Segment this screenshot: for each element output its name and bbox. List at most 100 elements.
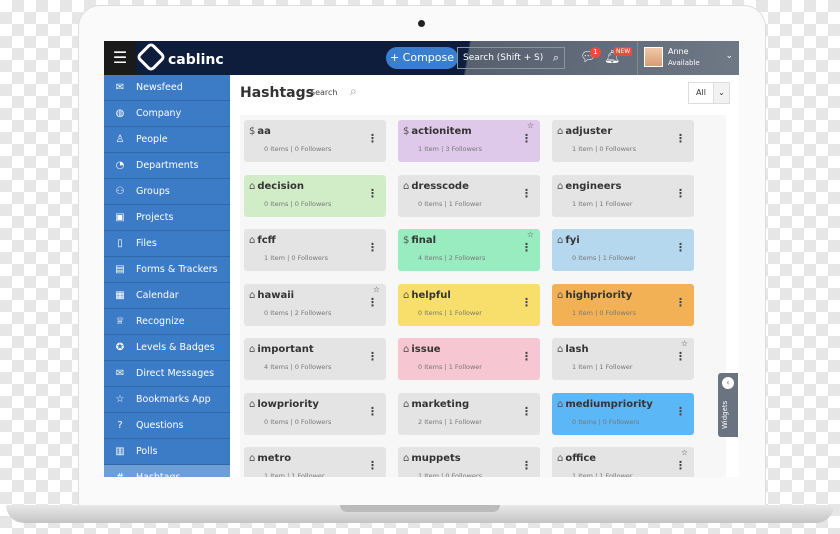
more-options-icon[interactable]: ⋮ [675,241,686,254]
more-options-icon[interactable]: ⋮ [521,132,532,145]
hashtag-card[interactable]: ⌂ engineers 1 Item | 1 Follower ⋮ [552,174,694,217]
hashtag-card[interactable]: ⌂ office 1 Item | 1 Follower ⋮ ☆ [552,447,694,477]
star-icon[interactable]: ☆ [527,121,534,130]
hashtag-card[interactable]: ⌂ marketing 2 Items | 1 Follower ⋮ [398,392,540,435]
hashtag-name[interactable]: important [257,344,313,355]
search-icon[interactable]: ⌕ [553,48,559,68]
sidebar-item-bookmarks-app[interactable]: ☆ Bookmarks App [104,387,230,413]
hashtag-card[interactable]: ⌂ mediumpriority 0 Items | 0 Followers ⋮ [552,392,694,435]
more-options-icon[interactable]: ⋮ [521,296,532,309]
more-options-icon[interactable]: ⋮ [521,405,532,418]
sidebar-item-polls[interactable]: ▥ Polls [104,439,230,465]
global-search-input[interactable]: Search (Shift + S) ⌕ [457,47,565,69]
hashtag-card[interactable]: $ actionitem 1 Item | 3 Followers ⋮ ☆ [398,120,540,162]
globe-icon: ◍ [115,108,125,119]
more-options-icon[interactable]: ⋮ [675,187,686,200]
hashtag-card[interactable]: ⌂ issue 0 Items | 1 Follower ⋮ [398,338,540,380]
hashtag-card[interactable]: ⌂ fcff 1 Item | 0 Followers ⋮ [244,229,386,271]
sidebar-item-newsfeed[interactable]: ✉ Newsfeed [104,75,230,101]
hashtag-card[interactable]: ⌂ metro 1 Item | 1 Follower ⋮ [244,447,386,477]
compose-button[interactable]: + Compose [386,47,458,69]
more-options-icon[interactable]: ⋮ [367,350,378,363]
widgets-tab[interactable]: ‹ Widgets [718,373,738,437]
more-options-icon[interactable]: ⋮ [521,187,532,200]
hashtag-name[interactable]: lowpriority [257,399,319,410]
hashtag-card[interactable]: ⌂ important 4 Items | 0 Followers ⋮ [244,338,386,380]
more-options-icon[interactable]: ⋮ [367,132,378,145]
hashtag-name[interactable]: muppets [411,453,460,464]
sidebar-item-hashtags[interactable]: # Hashtags [104,465,230,477]
hashtag-name[interactable]: lash [565,344,588,355]
hashtag-card[interactable]: ⌂ adjuster 1 Item | 0 Followers ⋮ [552,120,694,162]
sidebar-item-label: Questions [136,420,184,431]
sidebar-item-files[interactable]: ▯ Files [104,231,230,257]
hashtag-card[interactable]: ⌂ dresscode 0 Items | 1 Follower ⋮ [398,174,540,217]
hashtag-name[interactable]: mediumpriority [565,399,652,410]
tag-icon: ⌂ [403,344,410,355]
sidebar-item-groups[interactable]: ⚇ Groups [104,179,230,205]
more-options-icon[interactable]: ⋮ [367,459,378,472]
star-icon[interactable]: ☆ [681,339,688,348]
sidebar-item-questions[interactable]: ? Questions [104,413,230,439]
star-icon[interactable]: ☆ [527,230,534,239]
hashtag-card[interactable]: ⌂ lash 1 Item | 1 Follower ⋮ ☆ [552,338,694,380]
more-options-icon[interactable]: ⋮ [675,296,686,309]
hashtag-name[interactable]: hawaii [257,290,294,301]
sidebar-item-recognize[interactable]: ♕ Recognize [104,309,230,335]
hashtag-name[interactable]: issue [411,344,440,355]
hashtag-name[interactable]: adjuster [565,126,612,137]
sidebar-item-calendar[interactable]: ▦ Calendar [104,283,230,309]
hashtag-name[interactable]: final [411,235,436,246]
hashtag-name[interactable]: office [565,453,596,464]
hashtag-name[interactable]: metro [257,453,291,464]
hashtag-name[interactable]: fcff [257,235,275,246]
search-icon[interactable]: ⌕ [350,84,357,99]
more-options-icon[interactable]: ⋮ [367,241,378,254]
sidebar-item-projects[interactable]: ▣ Projects [104,205,230,231]
star-icon[interactable]: ☆ [373,285,380,294]
hashtag-card[interactable]: ⌂ helpful 0 Items | 1 Follower ⋮ [398,283,540,326]
chevron-down-icon[interactable]: ⌄ [725,51,733,61]
hashtag-card[interactable]: ⌂ fyi 0 Items | 1 Follower ⋮ [552,229,694,271]
sidebar-item-departments[interactable]: ◔ Departments [104,153,230,179]
sidebar-item-direct-messages[interactable]: ✉ Direct Messages [104,361,230,387]
more-options-icon[interactable]: ⋮ [521,241,532,254]
filter-select[interactable]: All ⌄ [688,82,730,104]
hashtag-name[interactable]: aa [257,126,271,137]
sidebar-item-levels-badges[interactable]: ✪ Levels & Badges [104,335,230,361]
hashtag-card[interactable]: ⌂ lowpriority 0 Items | 0 Followers ⋮ [244,392,386,435]
more-options-icon[interactable]: ⋮ [675,405,686,418]
sidebar-item-label: Calendar [136,290,179,301]
hashtag-search-label[interactable]: Search [310,88,337,97]
more-options-icon[interactable]: ⋮ [367,405,378,418]
hashtag-name[interactable]: actionitem [411,126,471,137]
hashtag-name[interactable]: engineers [565,181,621,192]
sidebar-item-company[interactable]: ◍ Company [104,101,230,127]
hashtag-card[interactable]: ⌂ decision 0 Items | 0 Followers ⋮ [244,174,386,217]
hashtag-meta: 0 Items | 1 Follower [418,308,482,317]
hashtag-name[interactable]: decision [257,181,304,192]
more-options-icon[interactable]: ⋮ [675,132,686,145]
logo[interactable]: cablinc [135,41,224,73]
hashtag-name[interactable]: dresscode [411,181,469,192]
hashtag-name[interactable]: marketing [411,399,469,410]
more-options-icon[interactable]: ⋮ [521,350,532,363]
hashtag-name[interactable]: helpful [411,290,450,301]
hashtag-name[interactable]: highpriority [565,290,632,301]
hashtag-card[interactable]: $ final 4 Items | 2 Followers ⋮ ☆ [398,229,540,271]
menu-toggle-icon[interactable]: ☰ [104,41,136,75]
hashtag-card[interactable]: ⌂ muppets 1 Item | 0 Followers ⋮ [398,447,540,477]
more-options-icon[interactable]: ⋮ [675,350,686,363]
hashtag-card[interactable]: ⌂ hawaii 0 Items | 2 Followers ⋮ ☆ [244,283,386,326]
more-options-icon[interactable]: ⋮ [521,459,532,472]
more-options-icon[interactable]: ⋮ [367,296,378,309]
hashtag-card[interactable]: $ aa 0 Items | 0 Followers ⋮ [244,120,386,162]
more-options-icon[interactable]: ⋮ [367,187,378,200]
star-icon[interactable]: ☆ [681,448,688,457]
user-menu[interactable]: Anne Available ⌄ [637,41,739,75]
sidebar-item-forms-trackers[interactable]: ▤ Forms & Trackers [104,257,230,283]
hashtag-card[interactable]: ⌂ highpriority 1 Item | 0 Followers ⋮ [552,283,694,326]
hashtag-name[interactable]: fyi [565,235,579,246]
more-options-icon[interactable]: ⋮ [675,459,686,472]
sidebar-item-people[interactable]: ♙ People [104,127,230,153]
